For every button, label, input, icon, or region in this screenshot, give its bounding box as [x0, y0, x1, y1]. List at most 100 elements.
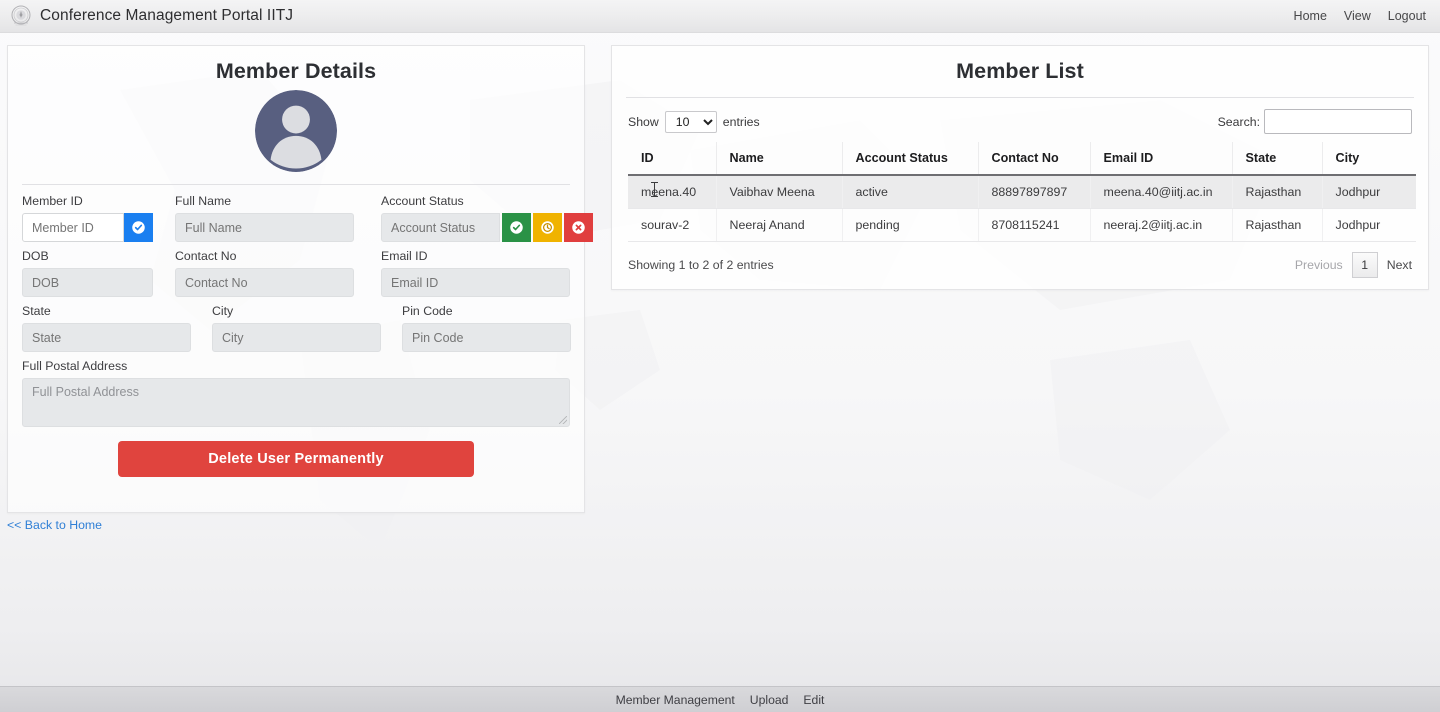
- state-input[interactable]: [22, 323, 191, 352]
- page-length-select[interactable]: 10 25 50 100: [664, 110, 717, 133]
- pagination: Previous 1 Next: [1295, 252, 1412, 278]
- nav-link-home[interactable]: Home: [1294, 9, 1327, 23]
- field-contact-no: Contact No: [175, 249, 354, 297]
- member-id-search-button[interactable]: [124, 213, 153, 242]
- label-member-id: Member ID: [22, 194, 83, 208]
- email-id-input[interactable]: [381, 268, 570, 297]
- full-name-input[interactable]: [175, 213, 354, 242]
- pin-code-input[interactable]: [402, 323, 571, 352]
- text-cursor: [651, 182, 658, 197]
- field-email-id: Email ID: [381, 249, 570, 297]
- column-header-account-status[interactable]: Account Status: [841, 142, 978, 176]
- field-pin-code: Pin Code: [402, 304, 571, 352]
- cell-city: Jodhpur: [1321, 208, 1416, 242]
- column-header-contact-no[interactable]: Contact No: [977, 142, 1090, 176]
- column-header-id[interactable]: ID: [628, 142, 716, 176]
- cell-name: Vaibhav Meena: [715, 175, 842, 209]
- table-row[interactable]: sourav-2 Neeraj Anand pending 8708115241…: [628, 208, 1416, 242]
- member-details-title: Member Details: [215, 59, 377, 83]
- page-footer: Member Management Upload Edit: [0, 686, 1440, 712]
- back-to-home-link[interactable]: << Back to Home: [7, 518, 102, 532]
- table-header-row: ID Name Account Status Contact No Email …: [628, 142, 1416, 176]
- city-input[interactable]: [212, 323, 381, 352]
- cell-email-id: neeraj.2@iitj.ac.in: [1089, 208, 1232, 242]
- label-email-id: Email ID: [381, 249, 428, 263]
- check-circle-icon: [132, 221, 145, 234]
- institute-seal-icon: [11, 5, 31, 26]
- cell-name: Neeraj Anand: [715, 208, 842, 242]
- delete-user-permanently-button[interactable]: Delete User Permanently: [118, 441, 474, 477]
- label-city: City: [212, 304, 234, 318]
- footer-link-upload[interactable]: Upload: [750, 693, 789, 707]
- cell-account-status: pending: [841, 208, 978, 242]
- form-row-1: Member ID Full Name Account Status: [22, 194, 593, 242]
- field-dob: DOB: [22, 249, 153, 297]
- member-id-input-group: [22, 213, 153, 242]
- show-label: Show: [628, 114, 659, 129]
- field-account-status: Account Status: [381, 194, 593, 242]
- search-control: Search:: [1218, 109, 1412, 134]
- footer-link-member-management[interactable]: Member Management: [616, 693, 735, 707]
- brand-title: Conference Management Portal IITJ: [40, 7, 294, 24]
- avatar-wrap: [8, 90, 584, 172]
- nav-link-logout[interactable]: Logout: [1388, 9, 1426, 23]
- field-state: State: [22, 304, 191, 352]
- table-header: ID Name Account Status Contact No Email …: [628, 142, 1416, 176]
- search-label: Search:: [1217, 114, 1260, 129]
- full-postal-address-textarea[interactable]: Full Postal Address: [22, 378, 570, 427]
- column-header-name[interactable]: Name: [715, 142, 842, 176]
- member-list-title: Member List: [956, 59, 1084, 83]
- approve-account-button[interactable]: [502, 213, 531, 242]
- full-postal-address-placeholder: Full Postal Address: [32, 385, 139, 399]
- cell-id: sourav-2: [628, 208, 716, 242]
- user-avatar-placeholder-icon: [255, 90, 337, 172]
- datatable-controls: Show 10 25 50 100 entries Search:: [612, 98, 1428, 142]
- cell-email-id: meena.40@iitj.ac.in: [1089, 175, 1232, 209]
- member-id-input[interactable]: [22, 213, 124, 242]
- form-row-3: State City Pin Code: [22, 304, 571, 352]
- check-circle-icon: [510, 221, 523, 234]
- nav-link-view[interactable]: View: [1344, 9, 1371, 23]
- datatable-footer: Showing 1 to 2 of 2 entries Previous 1 N…: [612, 242, 1428, 278]
- cell-city: Jodhpur: [1321, 175, 1416, 209]
- label-contact-no: Contact No: [175, 249, 237, 263]
- clock-circle-icon: [541, 221, 554, 234]
- label-full-name: Full Name: [175, 194, 232, 208]
- column-header-state[interactable]: State: [1231, 142, 1322, 176]
- cell-contact-no: 88897897897: [977, 175, 1090, 209]
- account-status-actions: [502, 213, 593, 242]
- member-details-form: Member ID Full Name Account Status: [8, 185, 593, 477]
- column-header-city[interactable]: City: [1321, 142, 1416, 176]
- contact-no-input[interactable]: [175, 268, 354, 297]
- label-full-postal-address: Full Postal Address: [22, 359, 128, 373]
- dob-input[interactable]: [22, 268, 153, 297]
- column-header-email-id[interactable]: Email ID: [1089, 142, 1232, 176]
- member-details-card: Member Details Member ID Member ID Full …: [7, 45, 593, 513]
- pagination-page-1[interactable]: 1: [1351, 252, 1378, 278]
- cell-state: Rajasthan: [1231, 208, 1322, 242]
- field-city: City: [212, 304, 381, 352]
- label-state: State: [22, 304, 51, 318]
- top-navbar: Conference Management Portal IITJ Home V…: [0, 0, 1440, 33]
- footer-link-edit[interactable]: Edit: [803, 693, 824, 707]
- member-list-table: ID Name Account Status Contact No Email …: [628, 142, 1416, 242]
- account-status-input-group: [381, 213, 593, 242]
- reject-account-button[interactable]: [564, 213, 593, 242]
- table-body: meena.40 Vaibhav Meena active 8889789789…: [628, 175, 1416, 242]
- pending-account-button[interactable]: [533, 213, 562, 242]
- search-input[interactable]: [1264, 109, 1412, 134]
- account-status-input[interactable]: [381, 213, 500, 242]
- label-pin-code: Pin Code: [402, 304, 453, 318]
- label-dob: DOB: [22, 249, 49, 263]
- brand[interactable]: Conference Management Portal IITJ: [0, 4, 293, 28]
- member-list-card: Member List Show 10 25 50 100 entries Se…: [611, 45, 1429, 290]
- nav-links: Home View Logout: [1294, 9, 1440, 23]
- pagination-previous[interactable]: Previous: [1295, 258, 1343, 272]
- times-circle-icon: [572, 221, 585, 234]
- datatable-info: Showing 1 to 2 of 2 entries: [628, 258, 774, 272]
- form-row-2: DOB Contact No Email ID: [22, 249, 570, 297]
- table-row[interactable]: meena.40 Vaibhav Meena active 8889789789…: [628, 175, 1416, 209]
- pagination-next[interactable]: Next: [1387, 258, 1412, 272]
- cell-contact-no: 8708115241: [977, 208, 1090, 242]
- page-length-control: Show 10 25 50 100 entries: [628, 110, 760, 133]
